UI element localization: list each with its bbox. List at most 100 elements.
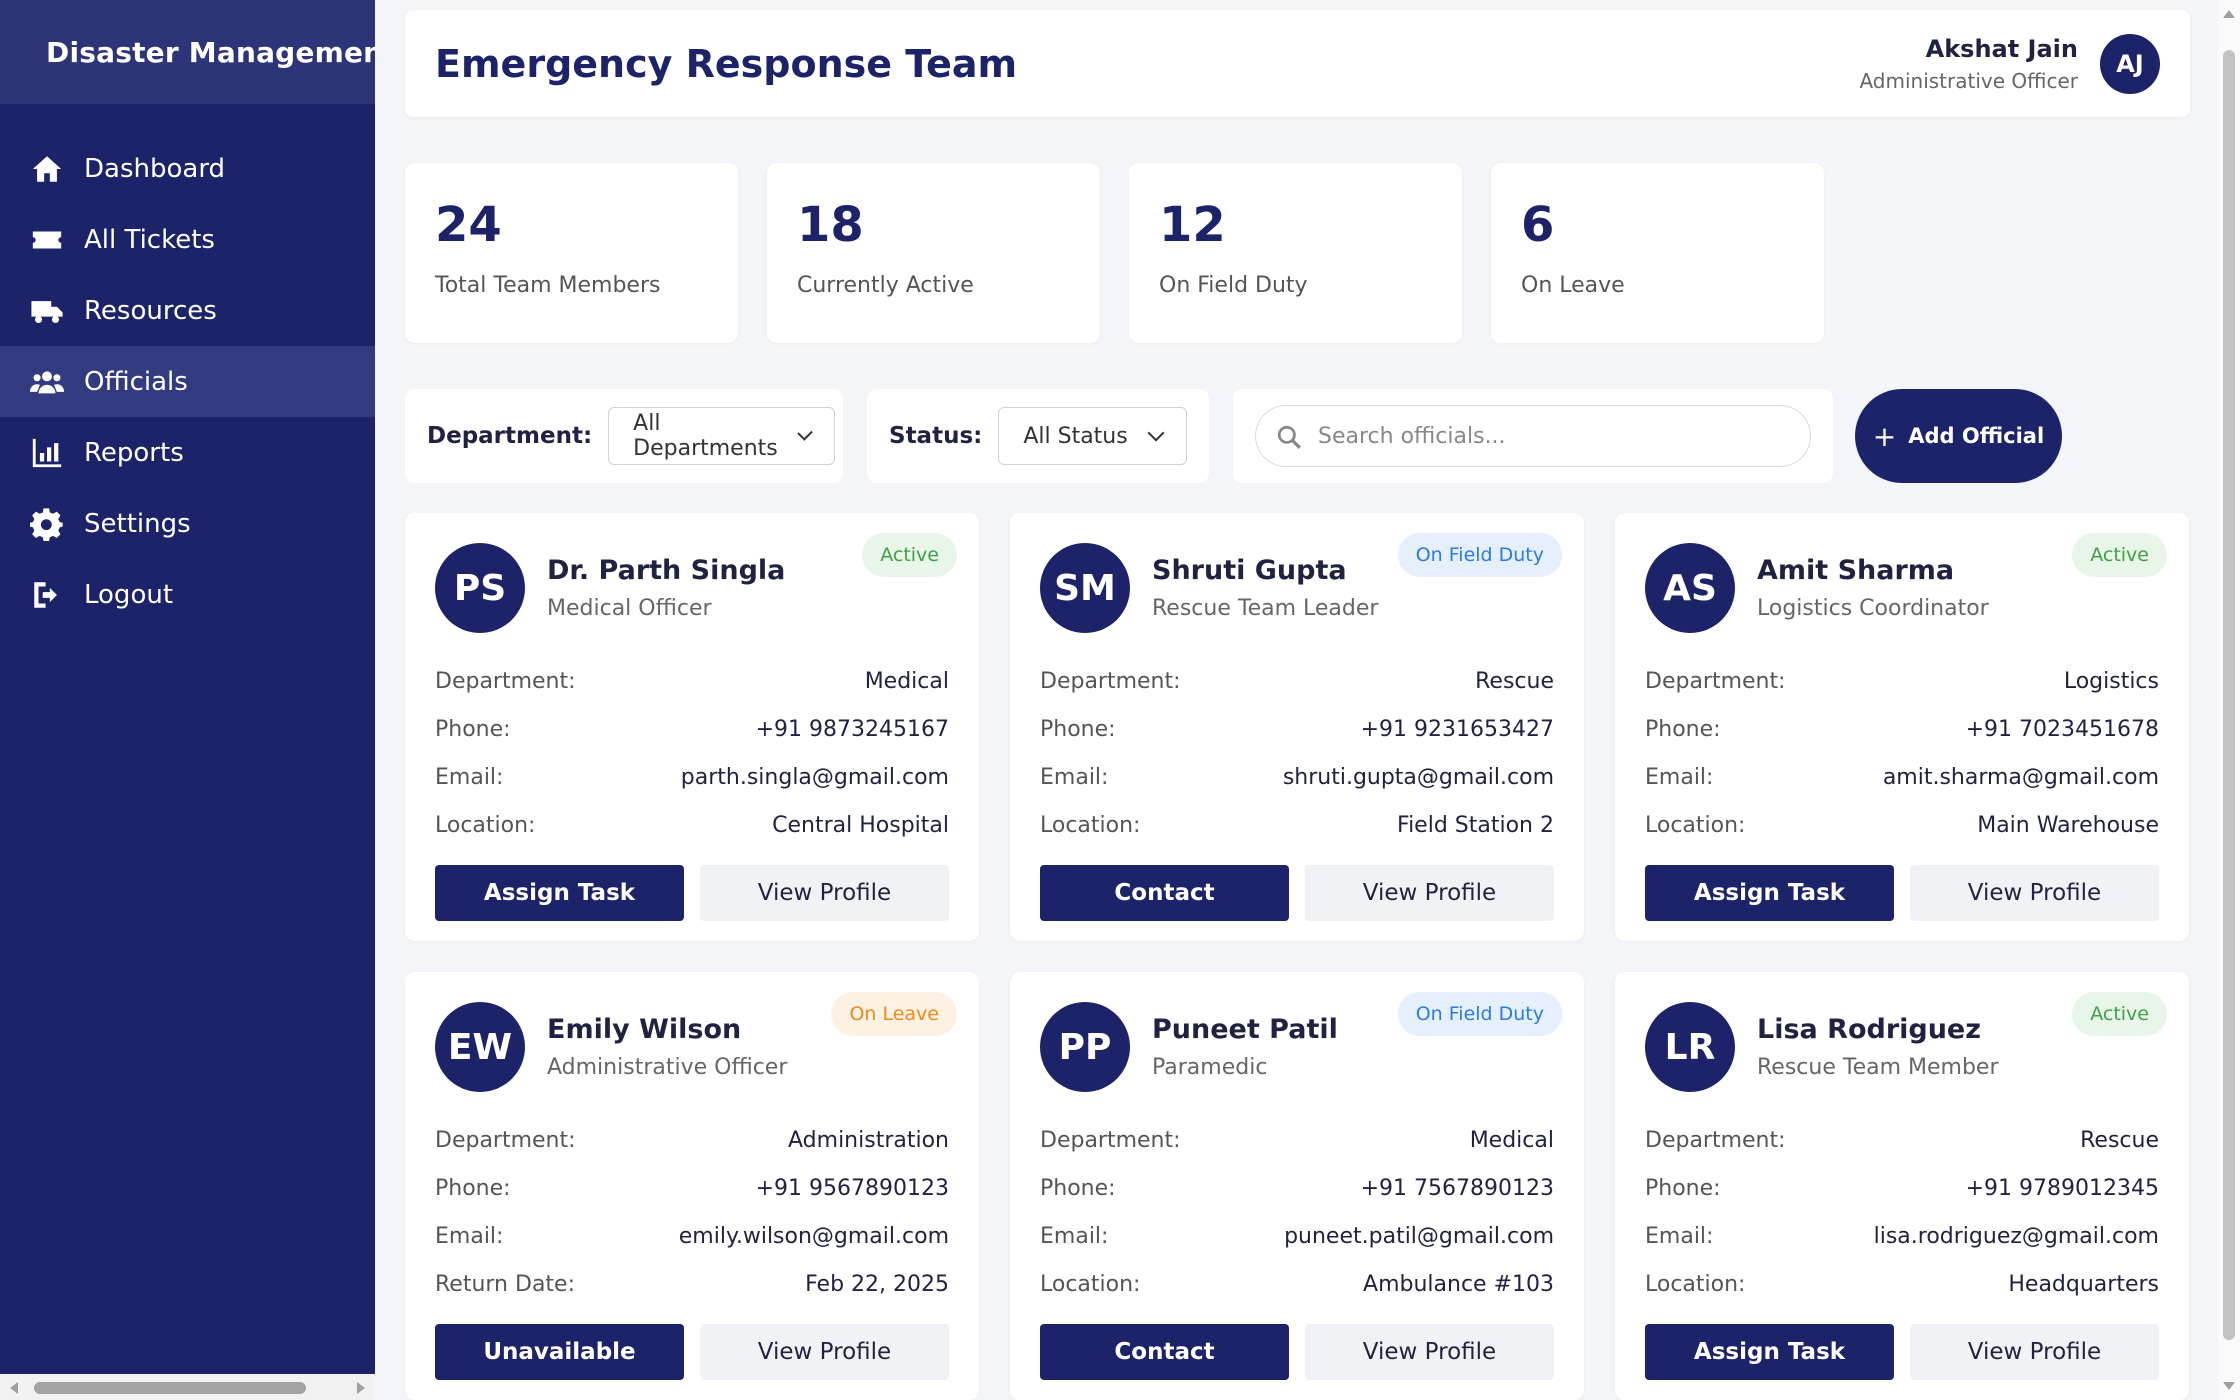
detail-value[interactable]: shruti.gupta@gmail.com <box>1283 765 1554 790</box>
avatar[interactable]: SM <box>1040 543 1130 633</box>
detail-value: Medical <box>1469 1127 1554 1153</box>
detail-row: Phone: +91 9789012345 <box>1645 1164 2159 1212</box>
gear-icon <box>30 507 63 541</box>
detail-row: Department: Medical <box>1040 1116 1554 1164</box>
detail-value[interactable]: +91 9231653427 <box>1361 717 1554 742</box>
avatar[interactable]: PS <box>435 543 525 633</box>
vertical-scrollbar[interactable] <box>2218 0 2240 1400</box>
detail-row: Phone: +91 9873245167 <box>435 705 949 753</box>
scroll-right-icon[interactable] <box>357 1382 365 1394</box>
avatar[interactable]: EW <box>435 1002 525 1092</box>
view-profile-button[interactable]: View Profile <box>700 1324 949 1380</box>
detail-value[interactable]: +91 9789012345 <box>1966 1176 2159 1201</box>
scroll-down-icon[interactable] <box>2223 1382 2235 1390</box>
detail-value[interactable]: +91 7567890123 <box>1361 1176 1554 1201</box>
scrollbar-thumb[interactable] <box>34 1382 306 1394</box>
horizontal-scrollbar[interactable] <box>0 1374 375 1400</box>
sidebar-item-reports[interactable]: Reports <box>0 417 375 488</box>
assign-task-button[interactable]: Assign Task <box>435 865 684 921</box>
detail-value: Logistics <box>2063 668 2159 694</box>
official-role: Medical Officer <box>547 596 712 621</box>
detail-key: Email: <box>435 1223 504 1249</box>
stat-value: 12 <box>1159 197 1226 253</box>
detail-key: Department: <box>435 668 576 694</box>
detail-value: Field Station 2 <box>1397 812 1554 838</box>
unavailable-button[interactable]: Unavailable <box>435 1324 684 1380</box>
detail-list: Department: Medical Phone: +91 987324516… <box>435 657 949 849</box>
detail-value[interactable]: lisa.rodriguez@gmail.com <box>1874 1224 2159 1249</box>
detail-row: Email: parth.singla@gmail.com <box>435 753 949 801</box>
status-select-value: All Status <box>1023 423 1128 449</box>
sidebar-item-all-tickets[interactable]: All Tickets <box>0 204 375 275</box>
sidebar-item-logout[interactable]: Logout <box>0 559 375 630</box>
search-input[interactable]: Search officials... <box>1255 405 1811 467</box>
assign-task-button[interactable]: Assign Task <box>1645 1324 1894 1380</box>
stat-label: On Field Duty <box>1159 273 1308 298</box>
detail-value: Administration <box>788 1127 949 1153</box>
brand-title: Disaster Management <box>46 35 375 69</box>
avatar[interactable]: AS <box>1645 543 1735 633</box>
truck-icon <box>31 300 63 323</box>
detail-value[interactable]: amit.sharma@gmail.com <box>1883 765 2159 790</box>
view-profile-button[interactable]: View Profile <box>1910 865 2159 921</box>
official-name: Dr. Parth Singla <box>547 555 786 586</box>
sidebar-item-label: All Tickets <box>84 224 215 255</box>
detail-key: Phone: <box>435 716 511 742</box>
department-label: Department: <box>427 423 593 449</box>
view-profile-button[interactable]: View Profile <box>700 865 949 921</box>
detail-value[interactable]: +91 7023451678 <box>1966 717 2159 742</box>
department-select-value: All Departments <box>633 411 778 461</box>
users-icon <box>30 370 64 393</box>
scrollbar-thumb[interactable] <box>2223 50 2235 1340</box>
detail-value[interactable]: parth.singla@gmail.com <box>681 765 949 790</box>
logout-icon <box>34 581 57 608</box>
stat-card-field-duty: 12 On Field Duty <box>1129 163 1462 343</box>
add-official-label: Add Official <box>1908 424 2045 448</box>
detail-row: Department: Administration <box>435 1116 949 1164</box>
scroll-up-icon[interactable] <box>2223 10 2235 18</box>
contact-button[interactable]: Contact <box>1040 1324 1289 1380</box>
detail-list: Department: Rescue Phone: +91 9231653427… <box>1040 657 1554 849</box>
official-name: Shruti Gupta <box>1152 555 1347 586</box>
sidebar-item-resources[interactable]: Resources <box>0 275 375 346</box>
avatar[interactable]: AJ <box>2100 33 2160 94</box>
add-official-button[interactable]: + Add Official <box>1855 389 2062 483</box>
detail-row: Phone: +91 7567890123 <box>1040 1164 1554 1212</box>
detail-row: Phone: +91 9567890123 <box>435 1164 949 1212</box>
stat-card-total: 24 Total Team Members <box>405 163 738 343</box>
scroll-left-icon[interactable] <box>10 1382 18 1394</box>
detail-value[interactable]: +91 9567890123 <box>756 1176 949 1201</box>
avatar[interactable]: LR <box>1645 1002 1735 1092</box>
sidebar-item-dashboard[interactable]: Dashboard <box>0 133 375 204</box>
page-title: Emergency Response Team <box>435 41 1018 86</box>
status-select[interactable]: All Status <box>998 407 1187 465</box>
sidebar-item-settings[interactable]: Settings <box>0 488 375 559</box>
detail-key: Email: <box>1040 1223 1109 1249</box>
card-actions: Contact View Profile <box>1040 1324 1554 1380</box>
brand[interactable]: Disaster Management <box>0 0 375 104</box>
department-filter: Department: All Departments <box>405 389 843 483</box>
detail-value[interactable]: puneet.patil@gmail.com <box>1284 1224 1554 1249</box>
user-name: Akshat Jain <box>1925 34 2078 63</box>
search-placeholder: Search officials... <box>1318 423 1506 449</box>
detail-value[interactable]: emily.wilson@gmail.com <box>679 1224 949 1249</box>
official-name: Puneet Patil <box>1152 1014 1338 1045</box>
detail-key: Location: <box>1645 812 1746 838</box>
sidebar-item-officials[interactable]: Officials <box>0 346 375 417</box>
avatar[interactable]: PP <box>1040 1002 1130 1092</box>
detail-key: Email: <box>435 764 504 790</box>
detail-value[interactable]: +91 9873245167 <box>756 717 949 742</box>
detail-key: Department: <box>1040 668 1181 694</box>
view-profile-button[interactable]: View Profile <box>1305 1324 1554 1380</box>
view-profile-button[interactable]: View Profile <box>1305 865 1554 921</box>
department-select[interactable]: All Departments <box>608 407 835 465</box>
detail-value: Central Hospital <box>772 812 949 838</box>
user-profile[interactable]: Akshat Jain Administrative Officer AJ <box>1859 33 2160 94</box>
assign-task-button[interactable]: Assign Task <box>1645 865 1894 921</box>
stat-card-on-leave: 6 On Leave <box>1491 163 1824 343</box>
chart-icon <box>32 438 62 467</box>
sidebar-item-label: Officials <box>84 366 188 397</box>
contact-button[interactable]: Contact <box>1040 865 1289 921</box>
card-actions: Assign Task View Profile <box>435 865 949 921</box>
view-profile-button[interactable]: View Profile <box>1910 1324 2159 1380</box>
